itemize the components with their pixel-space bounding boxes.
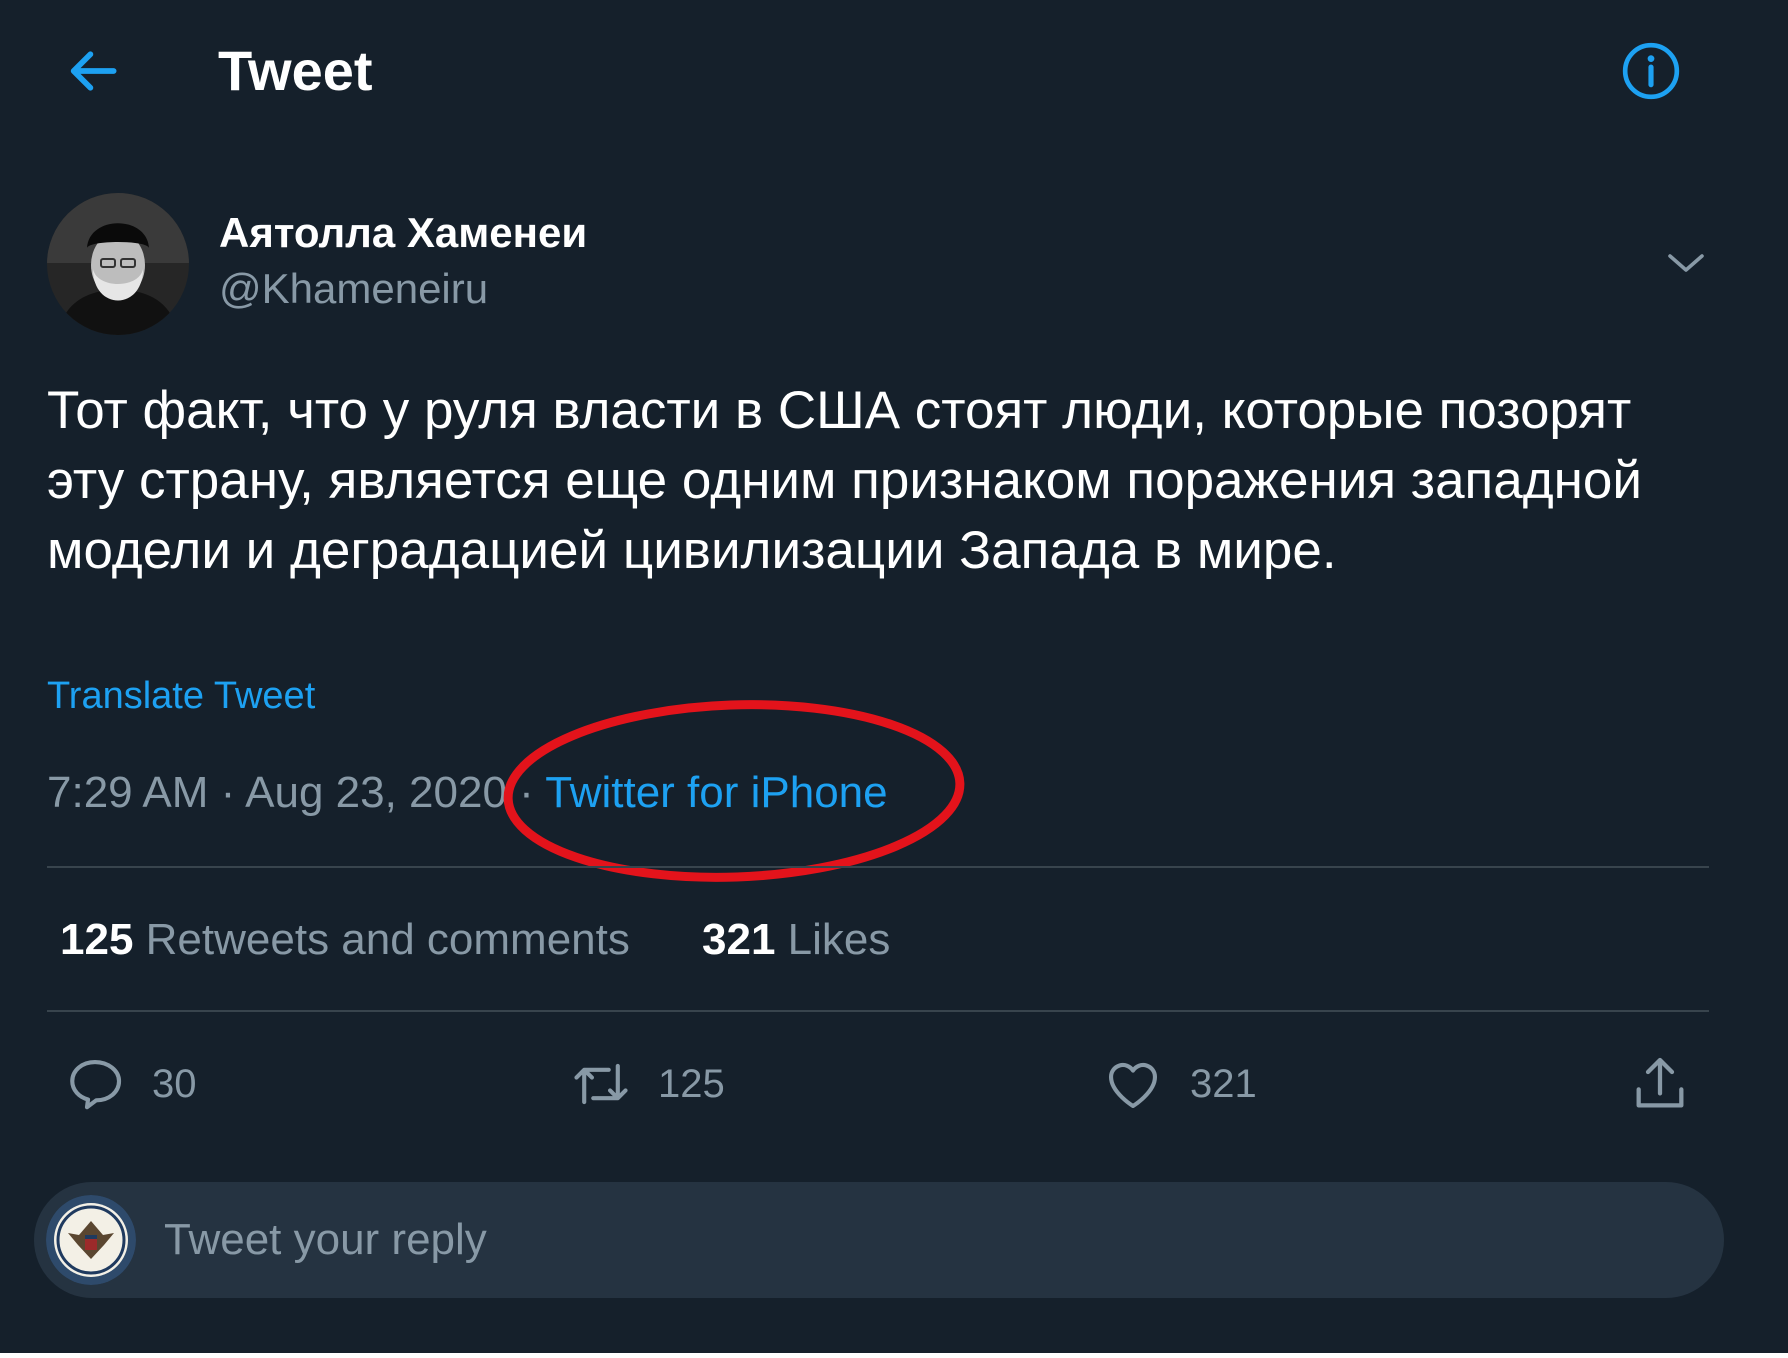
back-button[interactable] [62, 40, 124, 102]
translate-tweet-link[interactable]: Translate Tweet [47, 672, 315, 720]
likes-count: 321 [702, 915, 776, 964]
tweet-detail-screen: Tweet Аятолла Хаменеи @Khameneiru Тот фа… [0, 0, 1788, 1353]
info-icon [1622, 42, 1680, 100]
author-avatar[interactable] [47, 193, 189, 335]
tweet-text: Тот факт, что у руля власти в США стоят … [47, 381, 1642, 580]
reply-count: 30 [152, 1062, 197, 1106]
arrow-left-icon [70, 51, 117, 91]
divider [47, 1010, 1709, 1012]
like-button[interactable]: 321 [1102, 1050, 1257, 1118]
share-icon [1636, 1057, 1684, 1108]
tweet-date[interactable]: Aug 23, 2020 [245, 768, 507, 817]
tweet-meta: 7:29 AM · Aug 23, 2020 · Twitter for iPh… [47, 765, 888, 821]
divider [47, 866, 1709, 868]
heart-icon [1108, 1062, 1158, 1109]
tweet-source-link[interactable]: Twitter for iPhone [545, 768, 887, 817]
share-button[interactable] [1628, 1052, 1692, 1116]
info-button[interactable] [1620, 40, 1682, 102]
comment-icon [70, 1059, 122, 1110]
retweet-button[interactable]: 125 [570, 1050, 725, 1118]
retweets-label: Retweets and comments [145, 915, 630, 964]
likes-label: Likes [787, 915, 891, 964]
retweets-stat[interactable]: 125 Retweets and comments [60, 912, 630, 968]
meta-separator: · [220, 768, 236, 817]
reply-button[interactable]: 30 [64, 1050, 197, 1118]
meta-separator: · [519, 768, 534, 817]
reply-input[interactable] [164, 1208, 1664, 1272]
more-options-button[interactable] [1662, 238, 1710, 286]
author-name[interactable]: Аятолла Хаменеи [219, 207, 587, 259]
page-title: Tweet [218, 39, 373, 102]
author-handle[interactable]: @Khameneiru [219, 263, 488, 315]
retweets-count: 125 [60, 915, 134, 964]
retweet-icon [574, 1063, 628, 1105]
likes-stat[interactable]: 321 Likes [702, 912, 890, 968]
user-avatar[interactable] [46, 1195, 136, 1285]
retweet-count: 125 [658, 1062, 725, 1106]
tweet-time[interactable]: 7:29 AM [47, 768, 208, 817]
chevron-down-icon [1668, 254, 1704, 272]
like-count: 321 [1190, 1062, 1257, 1106]
